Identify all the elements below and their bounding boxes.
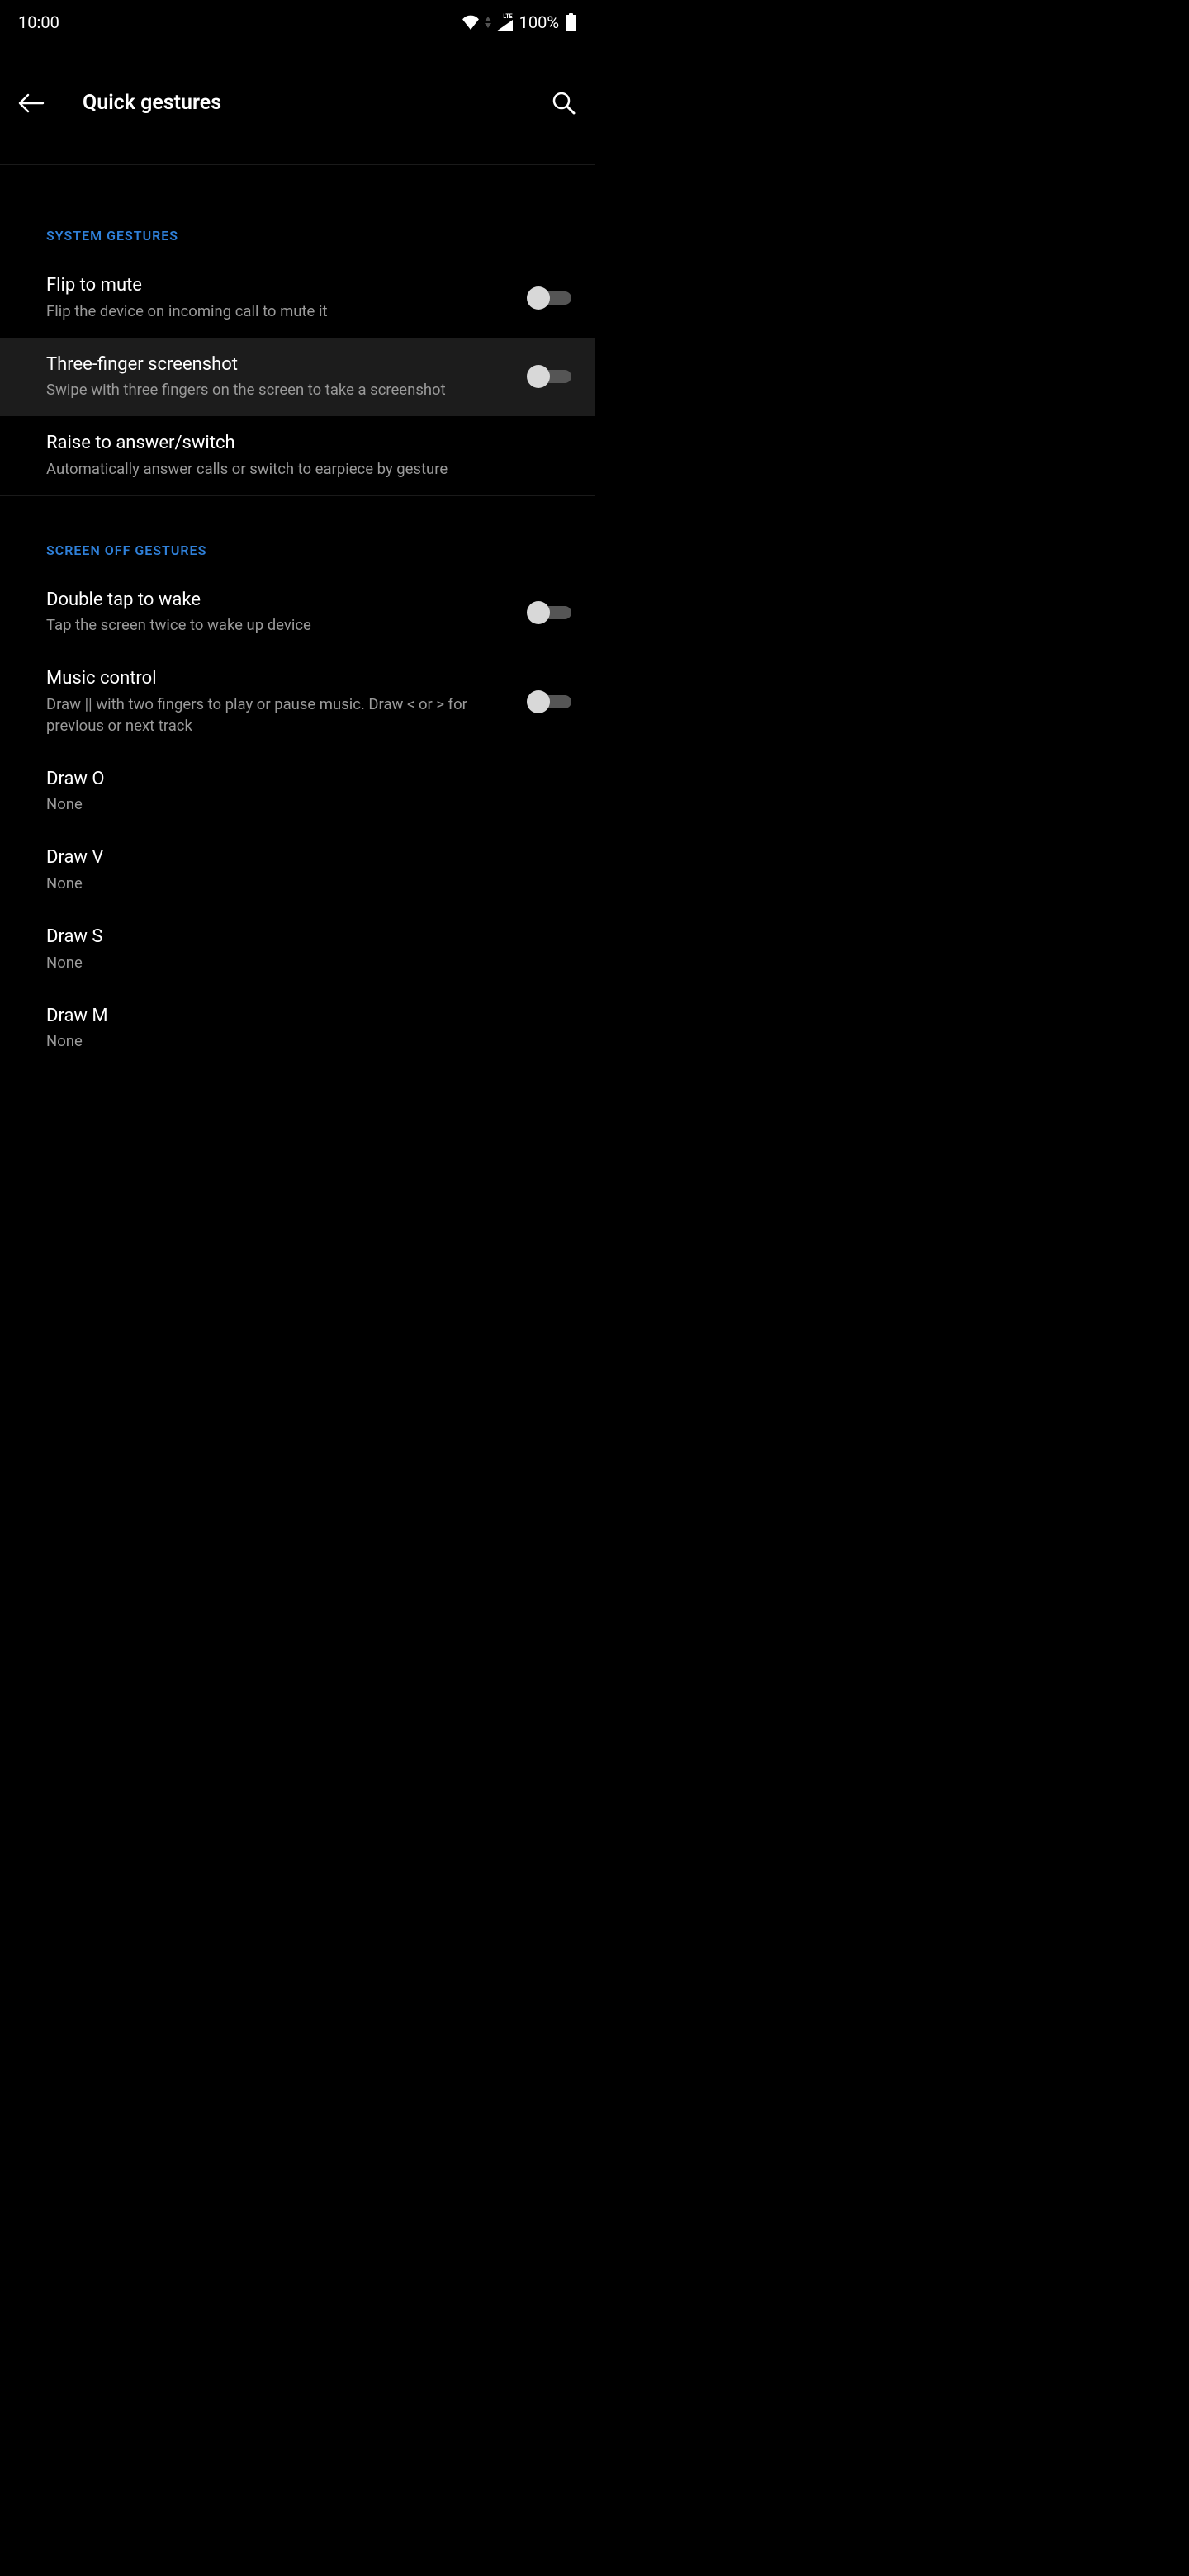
row-subtitle: Tap the screen twice to wake up device [46,615,510,637]
status-bar: 10:00 LTE 100% [0,0,594,41]
toggle-double-tap-to-wake[interactable] [527,601,571,624]
wifi-icon [462,15,480,30]
content: SYSTEM GESTURES Flip to mute Flip the de… [0,165,594,1068]
row-draw-m[interactable]: Draw M None [0,989,594,1068]
toggle-three-finger-screenshot[interactable] [527,365,571,388]
battery-percent: 100% [519,12,559,32]
toggle-music-control[interactable] [527,690,571,713]
row-draw-o[interactable]: Draw O None [0,752,594,831]
row-subtitle: None [46,953,555,974]
row-title: Draw M [46,1004,555,1029]
section-system-gestures: SYSTEM GESTURES [0,215,594,258]
toggle-flip-to-mute[interactable] [527,286,571,310]
row-title: Draw O [46,767,555,792]
row-three-finger-screenshot[interactable]: Three-finger screenshot Swipe with three… [0,338,594,417]
row-subtitle: Automatically answer calls or switch to … [46,459,555,481]
row-raise-to-answer[interactable]: Raise to answer/switch Automatically ans… [0,416,594,495]
row-title: Music control [46,666,510,691]
back-button[interactable] [18,93,59,113]
row-subtitle: Draw || with two fingers to play or paus… [46,694,510,737]
row-flip-to-mute[interactable]: Flip to mute Flip the device on incoming… [0,258,594,338]
arrow-left-icon [18,93,45,113]
row-draw-s[interactable]: Draw S None [0,910,594,989]
search-button[interactable] [535,91,576,116]
row-subtitle: Flip the device on incoming call to mute… [46,301,510,323]
search-icon [552,91,576,116]
section-screen-off-gestures: SCREEN OFF GESTURES [0,529,594,573]
app-bar: Quick gestures [0,41,594,165]
data-arrows-icon [485,17,491,28]
lte-signal-group: LTE [496,14,513,31]
row-title: Double tap to wake [46,588,510,613]
row-subtitle: None [46,874,555,895]
row-double-tap-to-wake[interactable]: Double tap to wake Tap the screen twice … [0,573,594,652]
row-title: Draw S [46,925,555,949]
signal-icon [496,20,513,31]
status-time: 10:00 [18,12,59,32]
row-title: Draw V [46,845,555,870]
row-music-control[interactable]: Music control Draw || with two fingers t… [0,651,594,751]
row-subtitle: Swipe with three fingers on the screen t… [46,380,510,401]
row-subtitle: None [46,794,555,816]
row-draw-v[interactable]: Draw V None [0,831,594,910]
page-title: Quick gestures [83,91,535,115]
lte-label: LTE [503,14,512,20]
status-right: LTE 100% [462,12,576,32]
battery-icon [566,13,576,31]
row-subtitle: None [46,1031,555,1053]
row-title: Flip to mute [46,273,510,298]
row-title: Raise to answer/switch [46,431,555,456]
row-title: Three-finger screenshot [46,353,510,377]
